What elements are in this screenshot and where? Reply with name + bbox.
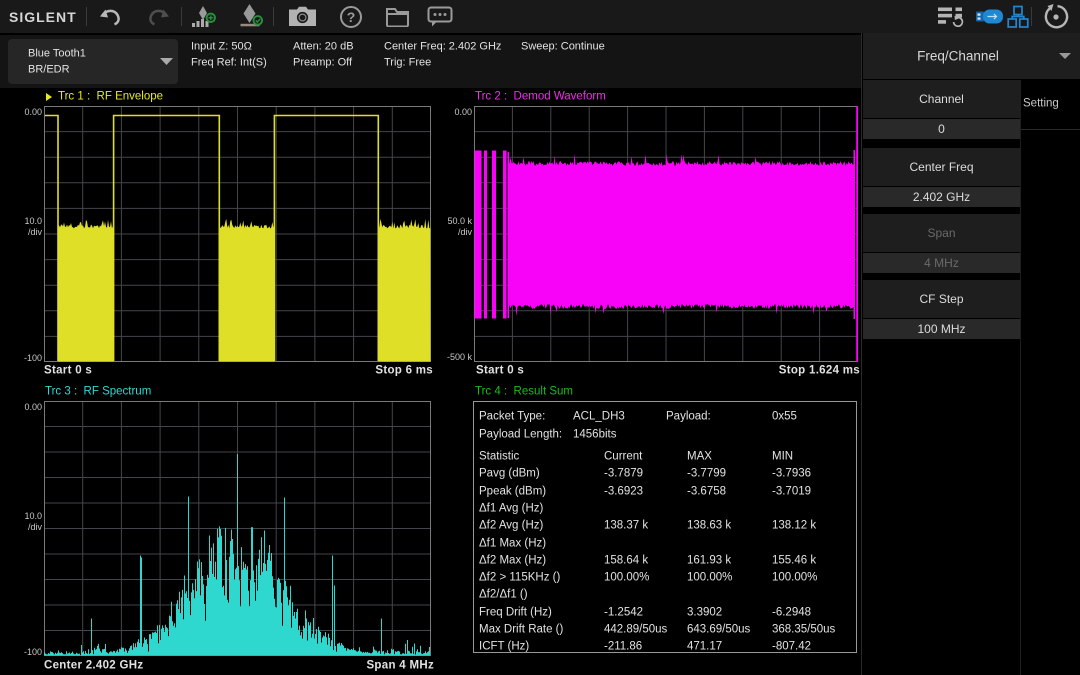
svg-text:?: ? [347,9,356,25]
